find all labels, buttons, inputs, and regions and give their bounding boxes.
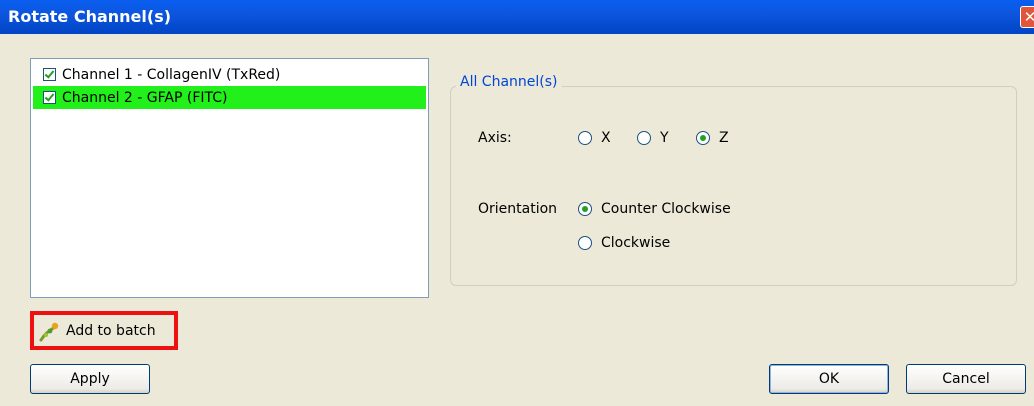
radio-icon[interactable] <box>637 131 651 145</box>
add-to-batch-button[interactable]: Add to batch <box>30 311 178 350</box>
radio-checked-icon[interactable] <box>696 131 710 145</box>
channel-label: Channel 2 - GFAP (FITC) <box>62 89 228 106</box>
group-title: All Channel(s) <box>456 74 562 90</box>
radio-icon[interactable] <box>578 236 592 250</box>
title-bar: Rotate Channel(s) ✕ <box>0 0 1034 34</box>
axis-x-radio[interactable]: X <box>578 130 611 146</box>
channel-list-item-selected[interactable]: Channel 2 - GFAP (FITC) <box>33 86 426 109</box>
axis-z-label: Z <box>719 130 729 146</box>
radio-checked-icon[interactable] <box>578 202 592 216</box>
channel-checkbox[interactable] <box>43 91 56 104</box>
close-icon[interactable]: ✕ <box>1020 6 1034 28</box>
apply-button[interactable]: Apply <box>30 364 150 394</box>
axis-label: Axis: <box>478 130 512 146</box>
radio-icon[interactable] <box>578 131 592 145</box>
add-to-batch-icon <box>39 322 59 341</box>
orientation-cw-radio[interactable]: Clockwise <box>578 235 670 251</box>
channel-list-item[interactable]: Channel 1 - CollagenIV (TxRed) <box>33 63 426 86</box>
axis-y-label: Y <box>660 130 669 146</box>
orientation-ccw-label: Counter Clockwise <box>601 201 731 217</box>
ok-label: OK <box>818 371 840 387</box>
cancel-label: Cancel <box>942 371 990 387</box>
channel-label: Channel 1 - CollagenIV (TxRed) <box>62 66 281 83</box>
apply-label: Apply <box>70 371 110 387</box>
orientation-ccw-radio[interactable]: Counter Clockwise <box>578 201 731 217</box>
channel-list[interactable]: Channel 1 - CollagenIV (TxRed) Channel 2… <box>30 58 429 298</box>
window-title: Rotate Channel(s) <box>8 7 172 26</box>
add-to-batch-label: Add to batch <box>66 322 156 339</box>
axis-y-radio[interactable]: Y <box>637 130 669 146</box>
orientation-cw-label: Clockwise <box>601 235 671 251</box>
orientation-label: Orientation <box>478 201 558 217</box>
axis-z-radio[interactable]: Z <box>696 130 729 146</box>
channel-checkbox[interactable] <box>43 68 56 81</box>
all-channels-group <box>450 86 1017 286</box>
axis-x-label: X <box>601 130 611 146</box>
cancel-button[interactable]: Cancel <box>906 364 1026 394</box>
ok-button[interactable]: OK <box>769 364 889 394</box>
